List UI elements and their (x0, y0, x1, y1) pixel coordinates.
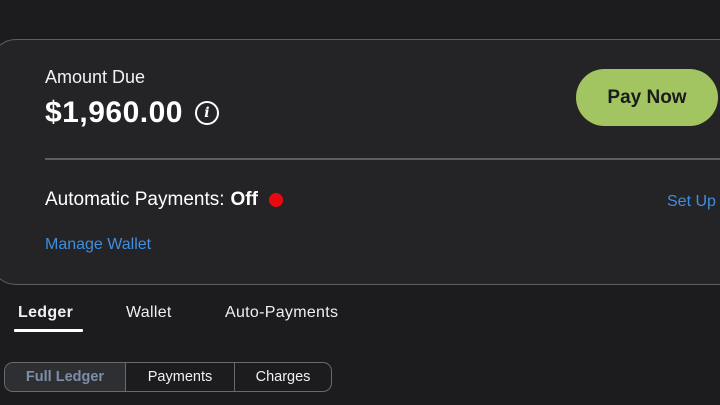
amount-row: $1,960.00 i (45, 96, 219, 130)
pay-now-button[interactable]: Pay Now (576, 69, 718, 126)
tab-wallet[interactable]: Wallet (126, 304, 172, 322)
automatic-payments-status: Off (230, 189, 258, 210)
info-icon[interactable]: i (194, 101, 219, 125)
amount-due-label: Amount Due (45, 67, 146, 87)
status-dot-icon (268, 193, 283, 207)
automatic-payments-label: Automatic Payments: (45, 189, 225, 210)
set-up-link[interactable]: Set Up (667, 193, 716, 211)
segment-full-ledger[interactable]: Full Ledger (5, 363, 125, 391)
card-divider (45, 158, 720, 160)
automatic-payments-row: Automatic Payments: Off (45, 189, 283, 211)
segment-payments[interactable]: Payments (125, 363, 234, 391)
tab-ledger[interactable]: Ledger (18, 304, 73, 322)
active-tab-indicator (14, 329, 83, 332)
amount-due-value: $1,960.00 (45, 96, 183, 129)
segment-charges[interactable]: Charges (234, 363, 331, 391)
ledger-filter-segmented-control: Full Ledger Payments Charges (4, 362, 332, 392)
tab-auto-payments[interactable]: Auto-Payments (225, 304, 338, 322)
manage-wallet-link[interactable]: Manage Wallet (45, 236, 151, 254)
